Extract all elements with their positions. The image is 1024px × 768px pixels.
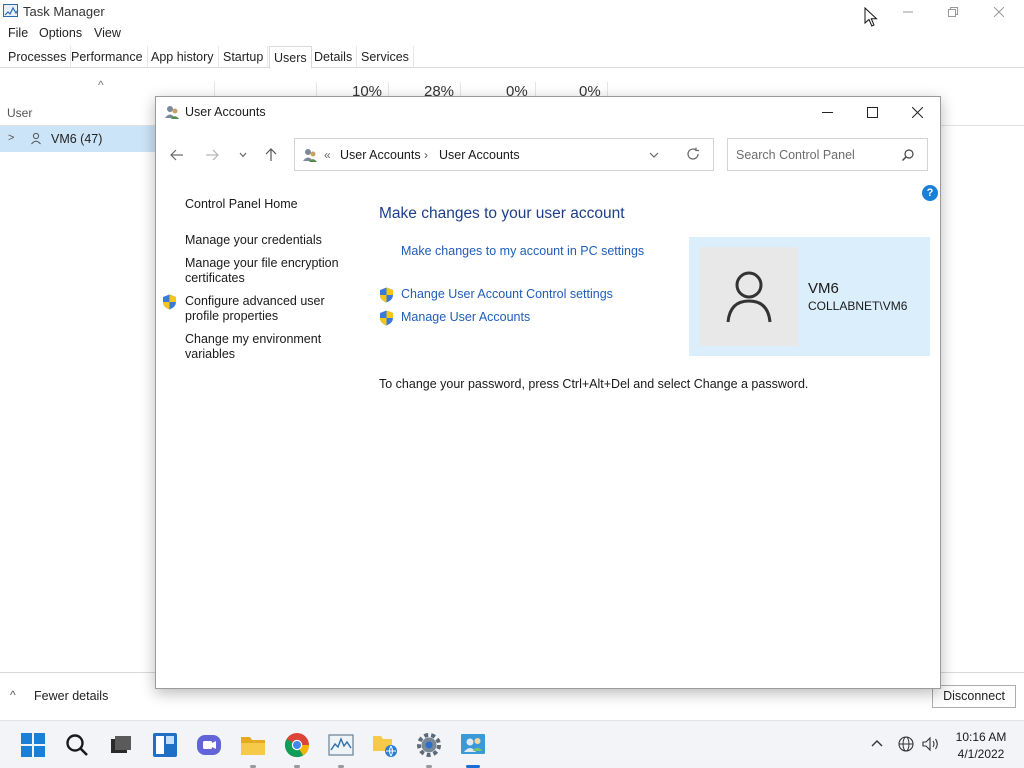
chat-icon[interactable] — [196, 732, 222, 758]
settings-icon[interactable] — [416, 732, 442, 758]
up-button[interactable] — [258, 143, 284, 167]
task-manager-title: Task Manager — [23, 4, 105, 19]
avatar — [699, 247, 798, 346]
menu-options[interactable]: Options — [39, 26, 82, 40]
user-accounts-titlebar: User Accounts — [156, 97, 940, 127]
file-encryption-link[interactable]: Manage your file encryption certificates — [185, 256, 345, 286]
maximize-icon — [866, 106, 878, 118]
disconnect-button[interactable]: Disconnect — [932, 685, 1016, 708]
mouse-pointer-icon — [864, 6, 878, 30]
search-icon[interactable] — [901, 148, 915, 165]
network-globe-icon[interactable] — [898, 736, 914, 755]
close-icon — [911, 106, 923, 118]
pc-settings-link[interactable]: Make changes to my account in PC setting… — [401, 244, 644, 258]
page-heading: Make changes to your user account — [379, 205, 625, 222]
task-manager-icon — [3, 4, 19, 17]
menu-file[interactable]: File — [8, 26, 28, 40]
restore-button[interactable] — [930, 0, 976, 24]
task-view-icon[interactable] — [108, 732, 134, 758]
arrow-left-icon — [170, 149, 183, 161]
tab-bar: Processes Performance App history Startu… — [0, 46, 1024, 69]
tab-details[interactable]: Details — [310, 46, 358, 68]
breadcrumb-user-accounts[interactable]: User Accounts — [340, 148, 421, 162]
chevron-up-icon[interactable]: ^ — [10, 688, 16, 702]
manage-user-accounts-link[interactable]: Manage User Accounts — [401, 310, 530, 324]
taskbar: 10:16 AM 4/1/2022 — [0, 720, 1024, 768]
user-accounts-icon — [302, 147, 318, 166]
breadcrumb-user-accounts-current[interactable]: User Accounts — [439, 148, 520, 162]
uac-shield-icon — [379, 287, 394, 306]
network-folder-icon[interactable] — [372, 732, 398, 758]
chevron-up-icon[interactable] — [871, 735, 883, 750]
user-icon — [30, 132, 42, 148]
volume-icon[interactable] — [922, 736, 940, 755]
tab-users[interactable]: Users — [269, 46, 312, 69]
start-icon[interactable] — [20, 732, 46, 758]
menu-view[interactable]: View — [94, 26, 121, 40]
sort-up-icon[interactable]: ^ — [98, 78, 104, 92]
widgets-icon[interactable] — [152, 732, 178, 758]
minimize-icon — [903, 11, 913, 13]
user-row-label: VM6 (47) — [51, 132, 103, 146]
tab-services[interactable]: Services — [357, 46, 414, 68]
restore-icon — [948, 7, 958, 17]
tab-startup[interactable]: Startup — [219, 46, 269, 68]
account-domain: COLLABNET\VM6 — [808, 299, 908, 313]
fewer-details-link[interactable]: Fewer details — [34, 689, 108, 703]
performance-monitor-icon[interactable] — [328, 732, 354, 758]
user-avatar-icon — [726, 271, 771, 322]
double-chevron-icon[interactable]: « — [324, 148, 331, 162]
refresh-icon — [687, 147, 699, 160]
help-icon[interactable]: ? — [922, 185, 938, 201]
clock-time[interactable]: 10:16 AM — [950, 730, 1012, 744]
minimize-button[interactable] — [804, 97, 850, 127]
minimize-button[interactable] — [885, 0, 931, 24]
file-explorer-icon[interactable] — [240, 732, 266, 758]
control-panel-home-link[interactable]: Control Panel Home — [185, 197, 345, 212]
uac-settings-link[interactable]: Change User Account Control settings — [401, 287, 613, 301]
navigation-bar: « User Accounts › User Accounts — [156, 135, 940, 175]
password-instructions: To change your password, press Ctrl+Alt+… — [379, 377, 809, 391]
tab-processes[interactable]: Processes — [4, 46, 72, 68]
user-accounts-icon — [164, 104, 180, 123]
minimize-icon — [821, 111, 833, 113]
uac-shield-icon — [379, 310, 394, 329]
search-icon[interactable] — [64, 732, 90, 758]
column-header-user[interactable]: User — [7, 106, 32, 120]
chrome-icon[interactable] — [284, 732, 310, 758]
chevron-right-icon[interactable]: > — [8, 132, 14, 144]
back-button[interactable] — [164, 143, 190, 167]
chevron-down-icon — [649, 152, 659, 158]
user-accounts-window: User Accounts « User Accounts › User Acc… — [155, 96, 941, 689]
user-accounts-icon[interactable] — [460, 732, 486, 758]
uac-shield-icon — [162, 294, 177, 313]
table-row[interactable]: > VM6 (47) — [0, 126, 160, 152]
tab-performance[interactable]: Performance — [67, 46, 148, 68]
forward-button[interactable] — [199, 143, 225, 167]
user-accounts-title: User Accounts — [185, 105, 266, 119]
tab-app-history[interactable]: App history — [147, 46, 219, 68]
address-dropdown-button[interactable] — [649, 149, 659, 161]
address-bar[interactable]: « User Accounts › User Accounts — [294, 138, 714, 171]
refresh-button[interactable] — [686, 147, 700, 165]
close-button[interactable] — [894, 97, 940, 127]
chevron-down-icon — [239, 152, 247, 158]
maximize-button[interactable] — [849, 97, 895, 127]
search-box — [727, 138, 928, 171]
account-name: VM6 — [808, 280, 839, 297]
clock-date[interactable]: 4/1/2022 — [950, 747, 1012, 761]
close-button[interactable] — [976, 0, 1022, 24]
arrow-right-icon — [206, 149, 219, 161]
manage-credentials-link[interactable]: Manage your credentials — [185, 233, 345, 248]
recent-locations-button[interactable] — [230, 143, 256, 167]
environment-variables-link[interactable]: Change my environment variables — [185, 332, 345, 362]
close-icon — [994, 7, 1004, 17]
account-card: VM6 COLLABNET\VM6 — [689, 237, 930, 356]
arrow-up-icon — [265, 148, 277, 161]
search-input[interactable] — [729, 140, 889, 169]
chevron-right-icon[interactable]: › — [424, 148, 428, 162]
advanced-profile-properties-link[interactable]: Configure advanced user profile properti… — [185, 294, 345, 324]
